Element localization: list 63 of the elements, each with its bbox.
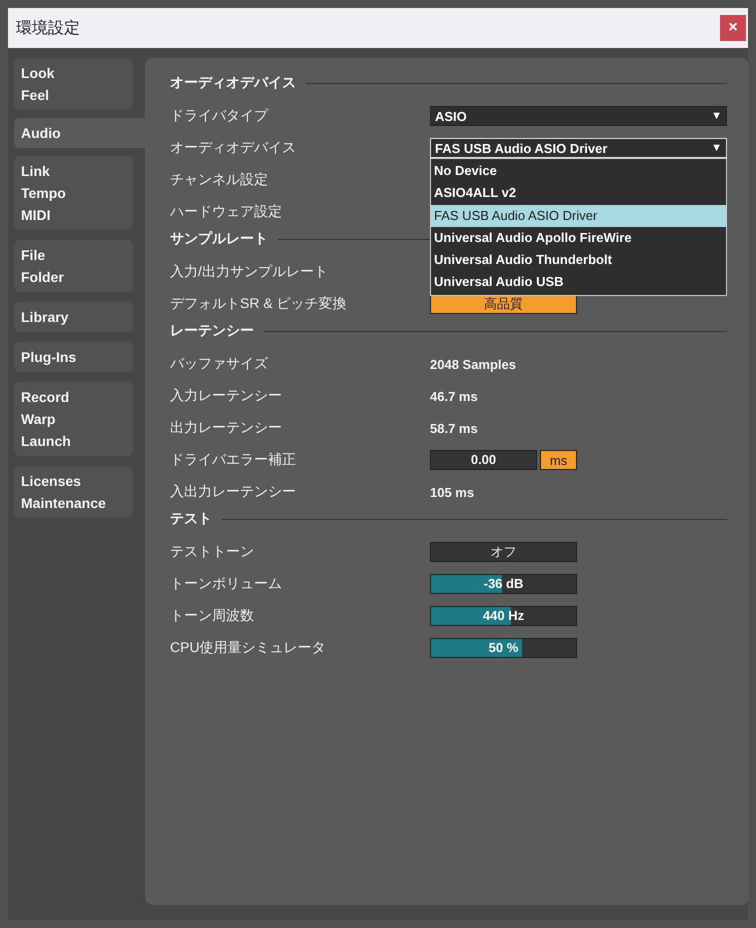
setting-label: ハードウェア設定 [170, 203, 283, 221]
section-heading: テスト [170, 510, 212, 528]
slider[interactable]: -36 dB [430, 574, 577, 594]
sidebar-tab[interactable]: Look Feel [14, 58, 133, 110]
setting-label: トーンボリューム [170, 575, 283, 593]
tab-label[interactable]: Link [21, 160, 126, 182]
toggle-button[interactable]: 高品質 [430, 294, 577, 314]
menu-option[interactable]: No Device [431, 160, 726, 182]
setting-label: CPU使用量シミュレータ [170, 639, 327, 657]
setting-label: オーディオデバイス [170, 139, 297, 157]
value-text: 2048 Samples [430, 356, 516, 372]
setting-label: バッファサイズ [170, 355, 269, 373]
sidebar-tab[interactable]: Plug-Ins [14, 342, 133, 372]
tab-label[interactable]: Record [21, 386, 126, 408]
menu-option[interactable]: Universal Audio Thunderbolt [431, 249, 726, 272]
setting-label: デフォルトSR & ピッチ変換 [170, 295, 348, 313]
setting-label: ドライバエラー補正 [170, 451, 297, 469]
tab-label[interactable]: Plug-Ins [21, 346, 126, 368]
tab-label[interactable]: Launch [21, 430, 126, 452]
tab-label[interactable]: Maintenance [21, 492, 126, 514]
menu-option[interactable]: FAS USB Audio ASIO Driver [431, 204, 726, 227]
number-field[interactable]: 0.00 [430, 450, 537, 470]
section-heading: オーディオデバイス [170, 74, 296, 92]
menu-option[interactable]: ASIO4ALL v2 [431, 182, 726, 205]
setting-label: 入出力レーテンシー [170, 483, 297, 501]
value-text: 46.7 ms [430, 388, 478, 404]
tab-label[interactable]: Feel [21, 84, 126, 106]
sidebar-tab[interactable]: Audio [14, 118, 145, 148]
unit-button[interactable]: ms [540, 450, 577, 470]
sidebar-tab[interactable]: Record Warp Launch [14, 382, 133, 456]
setting-label: 出力レーテンシー [170, 419, 283, 437]
sidebar-tab[interactable]: Link Tempo MIDI [14, 156, 133, 230]
tab-label[interactable]: Licenses [21, 470, 126, 492]
tab-label[interactable]: Tempo [21, 182, 126, 204]
slider[interactable]: 440 Hz [430, 606, 577, 626]
setting-label: チャンネル設定 [170, 171, 269, 189]
setting-label: トーン周波数 [170, 607, 255, 625]
sidebar-tab[interactable]: Library [14, 302, 133, 332]
slider[interactable]: 50 % [430, 638, 577, 658]
tab-label[interactable]: Library [21, 306, 126, 328]
tab-label[interactable]: MIDI [21, 204, 126, 226]
tab-label[interactable]: Audio [21, 122, 138, 144]
menu-option[interactable]: Universal Audio Apollo FireWire [431, 226, 726, 250]
menu-option[interactable]: Universal Audio USB [431, 271, 726, 294]
dropdown[interactable]: ASIO ▼ [430, 106, 727, 126]
sidebar-tab[interactable]: Licenses Maintenance [14, 466, 133, 518]
value-text: 58.7 ms [430, 420, 478, 436]
setting-label: テストトーン [170, 543, 255, 561]
section-heading: レーテンシー [170, 322, 254, 340]
toggle-button[interactable]: オフ [430, 542, 577, 562]
tab-label[interactable]: Warp [21, 408, 126, 430]
setting-label: 入力/出力サンプルレート [170, 263, 329, 281]
section-heading: サンプルレート [170, 230, 268, 248]
close-button[interactable]: × [720, 15, 746, 41]
sidebar-tab[interactable]: File Folder [14, 240, 133, 292]
setting-label: ドライバタイプ [170, 107, 270, 125]
tab-label[interactable]: Folder [21, 266, 126, 288]
value-text: 105 ms [430, 484, 474, 500]
window-title: 環境設定 [16, 18, 80, 38]
tab-label[interactable]: Look [21, 62, 126, 84]
tab-label[interactable]: File [21, 244, 126, 266]
setting-label: 入力レーテンシー [170, 387, 283, 405]
dropdown[interactable]: FAS USB Audio ASIO Driver ▼ [430, 138, 727, 158]
